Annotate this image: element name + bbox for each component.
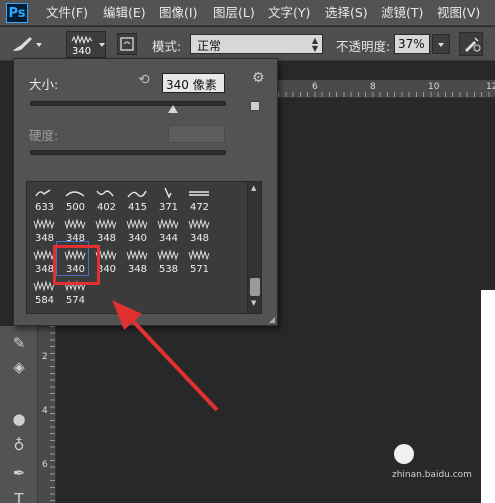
watermark: zhinan.baidu.com [392,442,492,496]
annotation-arrow [112,300,219,412]
watermark-text: zhinan.baidu.com [392,470,472,480]
watermark-logo-icon [394,444,414,464]
